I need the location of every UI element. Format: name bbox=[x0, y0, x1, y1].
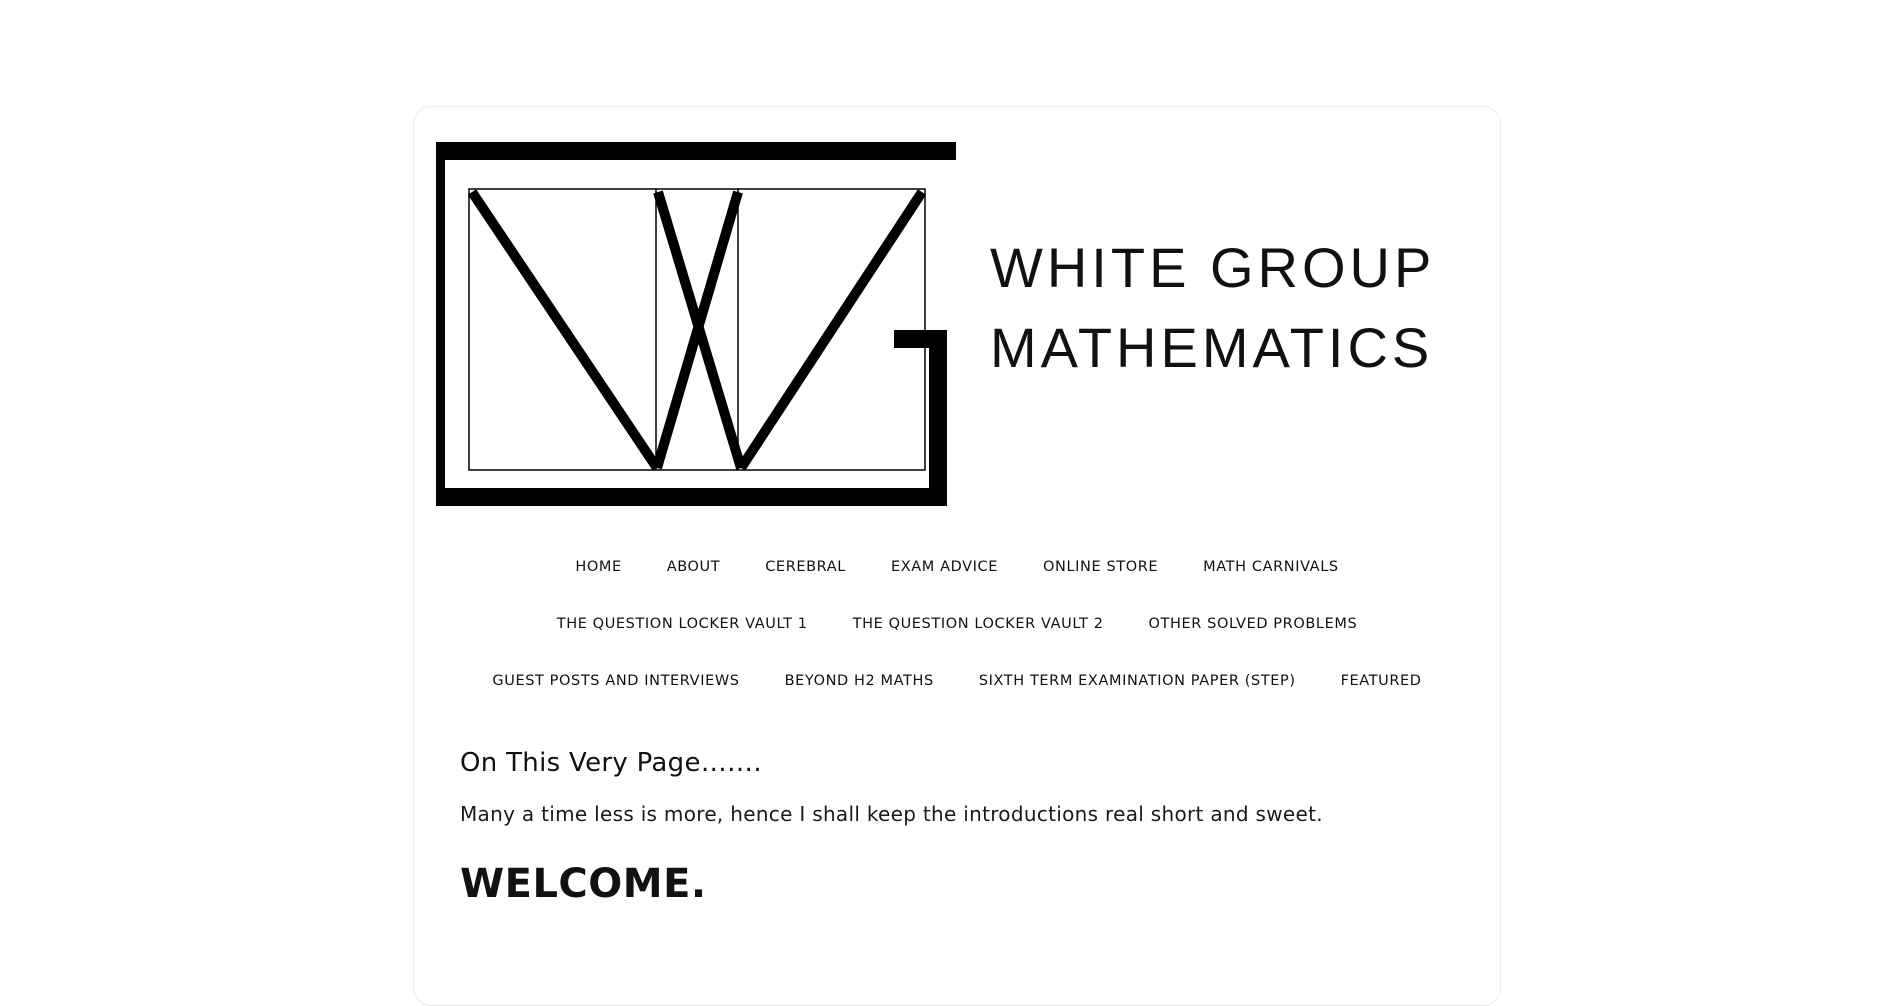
nav-item-other-solved-problems[interactable]: OTHER SOLVED PROBLEMS bbox=[1126, 616, 1380, 632]
nav-item-cerebral[interactable]: CEREBRAL bbox=[743, 559, 869, 575]
nav-item-math-carnivals[interactable]: MATH CARNIVALS bbox=[1181, 559, 1362, 575]
page-subheading: On This Very Page……. bbox=[460, 748, 762, 778]
site-title[interactable]: WHITE GROUP MATHEMATICS bbox=[990, 228, 1450, 388]
nav-item-guest-posts[interactable]: GUEST POSTS AND INTERVIEWS bbox=[470, 673, 762, 689]
nav-item-online-store[interactable]: ONLINE STORE bbox=[1021, 559, 1181, 575]
main-navigation: HOME ABOUT CEREBRAL EXAM ADVICE ONLINE S… bbox=[414, 538, 1500, 709]
main-content: On This Very Page……. Many a time less is… bbox=[460, 748, 1440, 907]
site-title-line1: WHITE GROUP bbox=[990, 236, 1436, 299]
intro-paragraph: Many a time less is more, hence I shall … bbox=[460, 802, 1323, 826]
nav-item-beyond-h2-maths[interactable]: BEYOND H2 MATHS bbox=[762, 673, 956, 689]
nav-row-2: THE QUESTION LOCKER VAULT 1 THE QUESTION… bbox=[414, 595, 1500, 652]
nav-item-question-locker-vault-2[interactable]: THE QUESTION LOCKER VAULT 2 bbox=[830, 616, 1126, 632]
nav-item-featured[interactable]: FEATURED bbox=[1318, 673, 1444, 689]
welcome-heading: WELCOME. bbox=[460, 861, 707, 907]
wg-monogram-logo-icon bbox=[427, 142, 956, 506]
nav-item-home[interactable]: HOME bbox=[553, 559, 644, 575]
nav-item-about[interactable]: ABOUT bbox=[644, 559, 743, 575]
nav-item-question-locker-vault-1[interactable]: THE QUESTION LOCKER VAULT 1 bbox=[534, 616, 830, 632]
site-logo-link[interactable] bbox=[427, 142, 958, 506]
nav-item-exam-advice[interactable]: EXAM ADVICE bbox=[868, 559, 1020, 575]
nav-row-1: HOME ABOUT CEREBRAL EXAM ADVICE ONLINE S… bbox=[414, 538, 1500, 595]
site-title-line2: MATHEMATICS bbox=[990, 316, 1434, 379]
nav-item-step[interactable]: SIXTH TERM EXAMINATION PAPER (STEP) bbox=[956, 673, 1318, 689]
nav-row-3: GUEST POSTS AND INTERVIEWS BEYOND H2 MAT… bbox=[414, 652, 1500, 709]
